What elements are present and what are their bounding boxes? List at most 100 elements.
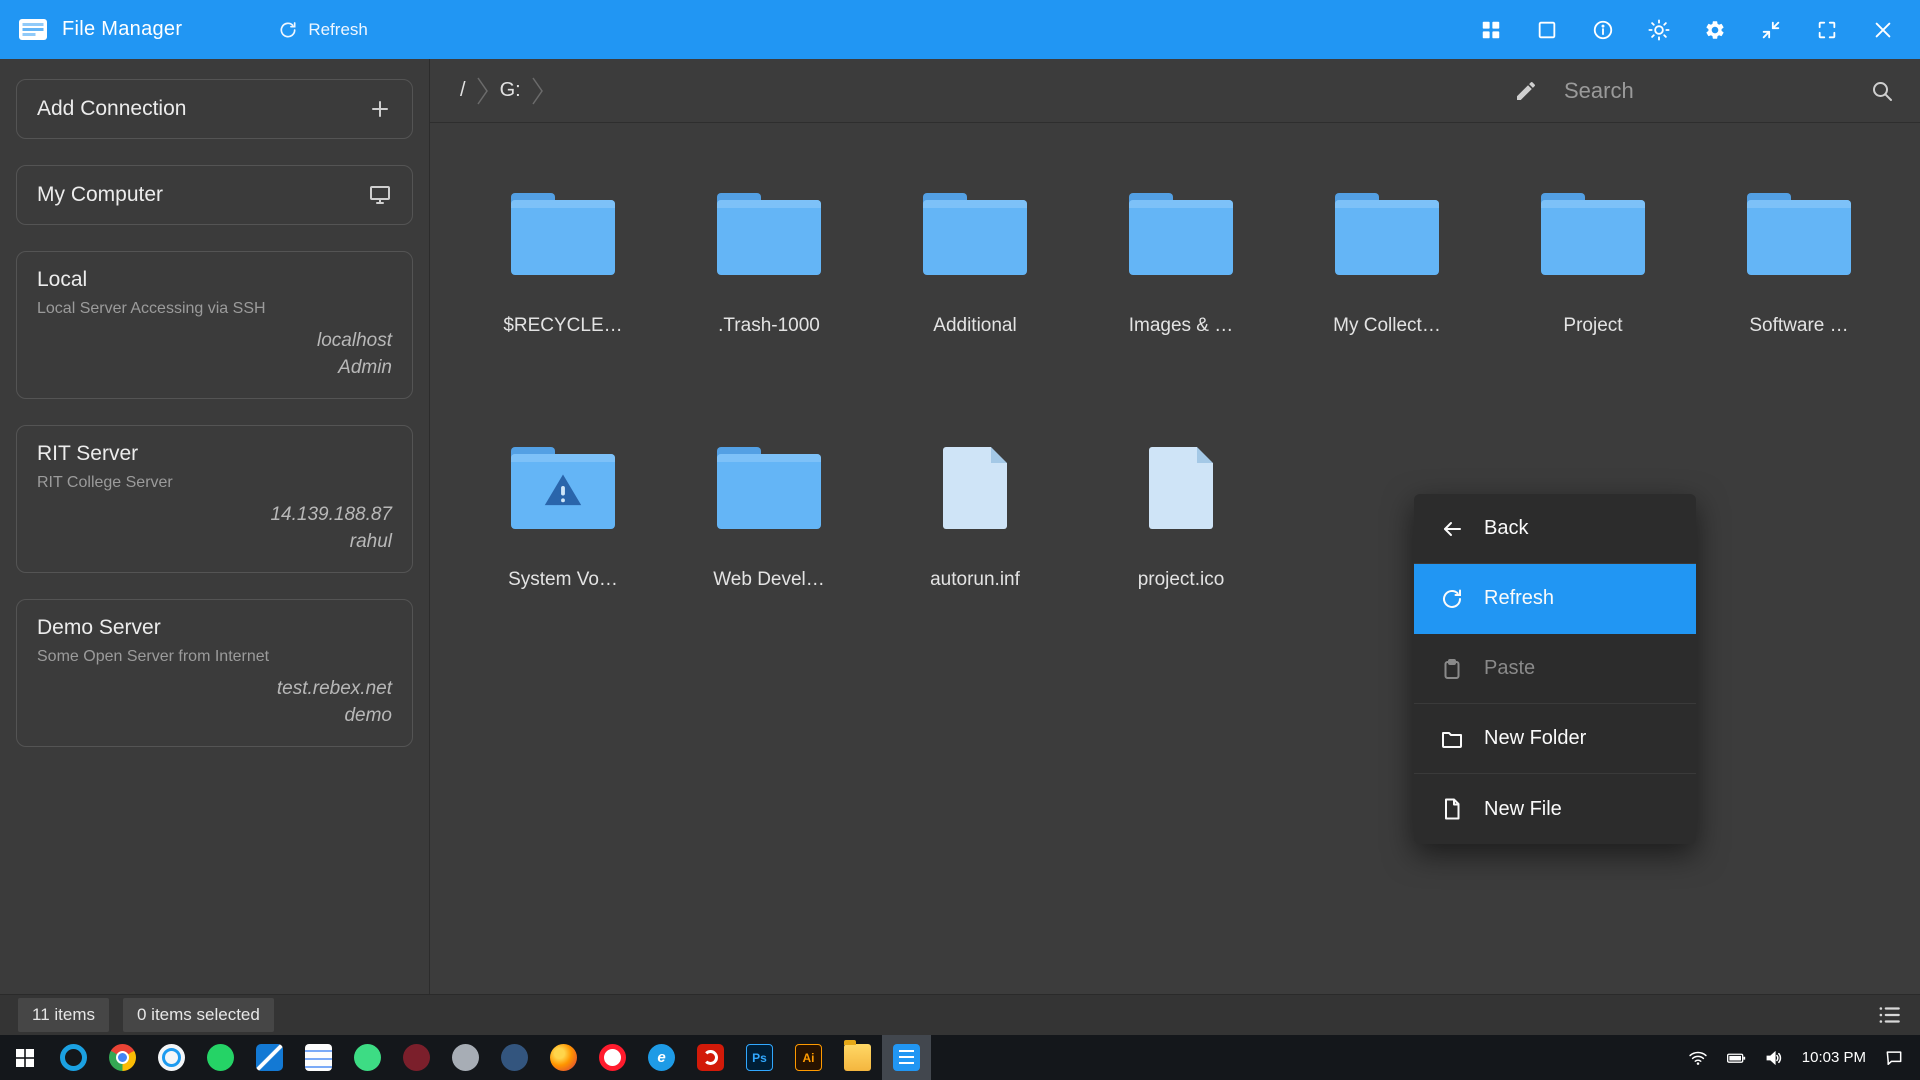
refresh-button[interactable]: Refresh <box>278 20 368 40</box>
search-input[interactable] <box>1564 78 1844 104</box>
taskbar-app-chrome[interactable] <box>98 1035 147 1080</box>
apps-grid-button[interactable] <box>1480 19 1502 41</box>
folder-icon <box>1747 193 1851 275</box>
darkblue-app-icon <box>501 1044 528 1071</box>
taskbar-app-darkblue[interactable] <box>490 1035 539 1080</box>
plus-icon <box>368 97 392 121</box>
opera-icon <box>599 1044 626 1071</box>
taskbar-app-cortana[interactable] <box>49 1035 98 1080</box>
file-name: .Trash-1000 <box>718 315 820 337</box>
file-icon <box>923 447 1027 529</box>
taskbar-app-notes[interactable] <box>294 1035 343 1080</box>
taskbar-app-maroon[interactable] <box>392 1035 441 1080</box>
file-item[interactable]: Software … <box>1696 193 1902 337</box>
breadcrumb-drive[interactable]: G: <box>492 79 529 102</box>
refresh-icon <box>1440 587 1464 611</box>
collapse-icon <box>1760 19 1782 41</box>
breadcrumb-root[interactable]: / <box>452 79 474 102</box>
refresh-icon <box>278 20 298 40</box>
context-menu-paste[interactable]: Paste <box>1414 634 1696 704</box>
chrome-icon <box>109 1044 136 1071</box>
taskbar-app-illustrator[interactable]: Ai <box>784 1035 833 1080</box>
taskbar-app-firefox[interactable] <box>539 1035 588 1080</box>
connection-card-demo-server[interactable]: Demo Server Some Open Server from Intern… <box>16 599 413 747</box>
gear-icon <box>1704 19 1726 41</box>
context-menu-refresh[interactable]: Refresh <box>1414 564 1696 634</box>
close-button[interactable] <box>1872 19 1894 41</box>
my-computer-button[interactable]: My Computer <box>16 165 413 225</box>
connection-host: test.rebex.net <box>37 676 392 703</box>
file-item[interactable]: Additional <box>872 193 1078 337</box>
context-menu-new-folder[interactable]: New Folder <box>1414 704 1696 774</box>
topbar-actions <box>1480 19 1894 41</box>
context-menu-back[interactable]: Back <box>1414 494 1696 564</box>
items-count: 11 items <box>18 998 109 1032</box>
context-menu: Back Refresh Paste New Folder New File <box>1414 494 1696 844</box>
firefox-icon <box>550 1044 577 1071</box>
apps-grid-icon <box>1480 19 1502 41</box>
file-item[interactable]: My Collect… <box>1284 193 1490 337</box>
connection-details: 14.139.188.87 rahul <box>37 502 392 556</box>
edit-path-button[interactable] <box>1514 79 1538 103</box>
volume-icon[interactable] <box>1764 1048 1784 1068</box>
taskbar-app-vscode[interactable] <box>245 1035 294 1080</box>
action-center-icon[interactable] <box>1884 1048 1904 1068</box>
file-item[interactable]: Images & … <box>1078 193 1284 337</box>
start-button[interactable] <box>0 1035 49 1080</box>
file-name: autorun.inf <box>930 569 1020 591</box>
path-tools <box>1514 78 1894 104</box>
file-name: My Collect… <box>1333 315 1441 337</box>
list-view-icon[interactable] <box>1876 1002 1902 1028</box>
folder-icon <box>1129 193 1233 275</box>
selected-count: 0 items selected <box>123 998 274 1032</box>
taskbar-app-acrobat[interactable] <box>686 1035 735 1080</box>
taskbar-app-messenger[interactable] <box>196 1035 245 1080</box>
settings-button[interactable] <box>1704 19 1726 41</box>
context-menu-new-file[interactable]: New File <box>1414 774 1696 844</box>
folder-icon <box>1335 193 1439 275</box>
monitor-icon <box>368 183 392 207</box>
chevron-right-icon <box>529 75 547 107</box>
file-item[interactable]: Web Devel… <box>666 447 872 591</box>
wifi-icon[interactable] <box>1688 1048 1708 1068</box>
app-title: File Manager <box>62 18 182 41</box>
connection-user: demo <box>37 703 392 730</box>
collapse-button[interactable] <box>1760 19 1782 41</box>
taskbar-app-file-manager[interactable] <box>882 1035 931 1080</box>
file-name: Project <box>1563 315 1622 337</box>
connection-details: localhost Admin <box>37 328 392 382</box>
file-item[interactable]: .Trash-1000 <box>666 193 872 337</box>
taskbar-app-android[interactable] <box>343 1035 392 1080</box>
file-manager-icon <box>893 1044 920 1071</box>
menu-item-label: New Folder <box>1484 727 1586 750</box>
clock[interactable]: 10:03 PM <box>1802 1049 1866 1066</box>
connection-description: Local Server Accessing via SSH <box>37 300 392 318</box>
taskbar-app-file-explorer[interactable] <box>833 1035 882 1080</box>
theme-toggle-button[interactable] <box>1648 19 1670 41</box>
fullscreen-button[interactable] <box>1816 19 1838 41</box>
folder-icon <box>717 447 821 529</box>
file-item[interactable]: project.ico <box>1078 447 1284 591</box>
file-item[interactable]: Project <box>1490 193 1696 337</box>
file-item[interactable]: autorun.inf <box>872 447 1078 591</box>
file-item[interactable]: System Vo… <box>460 447 666 591</box>
search-icon[interactable] <box>1870 79 1894 103</box>
taskbar-app-photoshop[interactable]: Ps <box>735 1035 784 1080</box>
info-icon <box>1592 19 1614 41</box>
taskbar-app-gray[interactable] <box>441 1035 490 1080</box>
folder-icon <box>717 193 821 275</box>
taskbar-app-safari[interactable] <box>147 1035 196 1080</box>
info-button[interactable] <box>1592 19 1614 41</box>
folder-icon <box>923 193 1027 275</box>
connection-card-local[interactable]: Local Local Server Accessing via SSH loc… <box>16 251 413 399</box>
add-connection-button[interactable]: Add Connection <box>16 79 413 139</box>
battery-icon[interactable] <box>1726 1048 1746 1068</box>
clipboard-icon <box>1440 657 1464 681</box>
connection-card-rit-server[interactable]: RIT Server RIT College Server 14.139.188… <box>16 425 413 573</box>
file-item[interactable]: $RECYCLE… <box>460 193 666 337</box>
taskbar-app-internet-explorer[interactable]: e <box>637 1035 686 1080</box>
file-name: Web Devel… <box>713 569 825 591</box>
select-region-button[interactable] <box>1536 19 1558 41</box>
taskbar-app-opera[interactable] <box>588 1035 637 1080</box>
refresh-label: Refresh <box>308 20 368 40</box>
